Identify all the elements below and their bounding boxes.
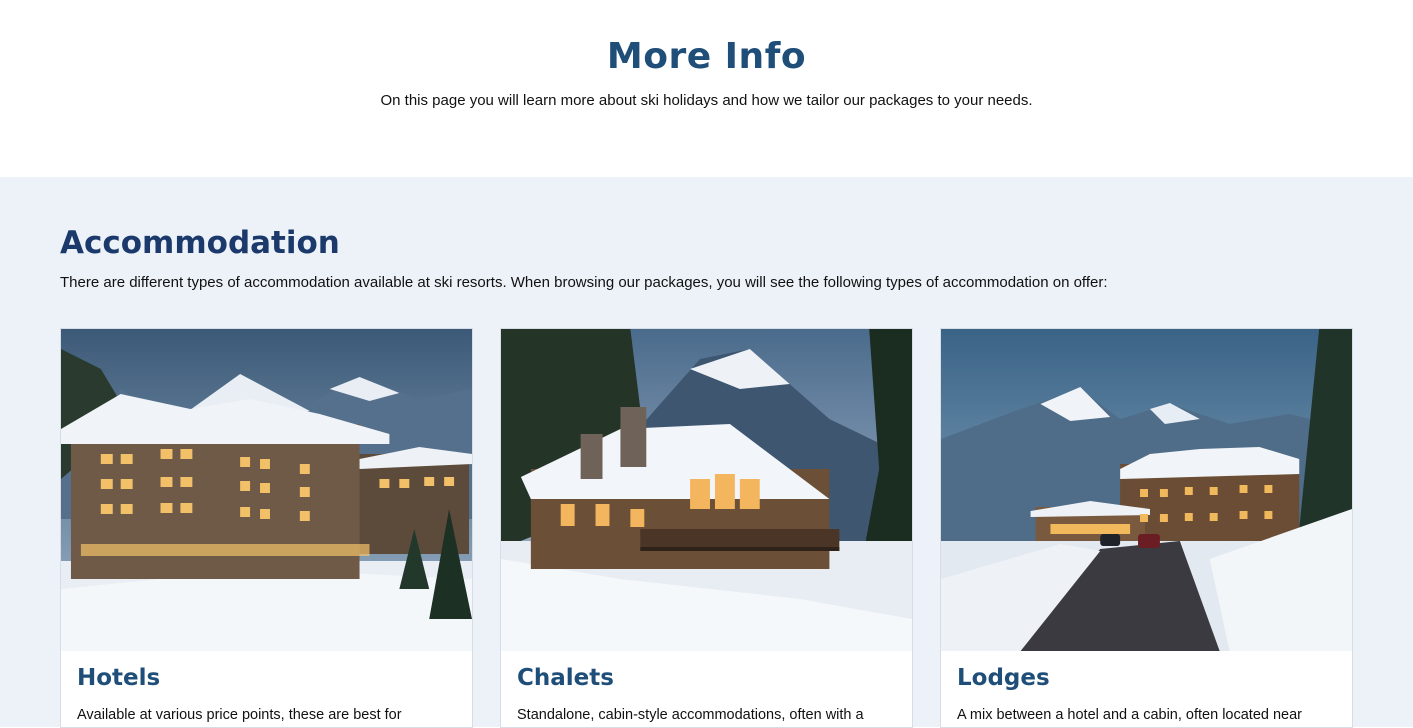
hotel-image — [61, 329, 472, 651]
accommodation-card-hotels[interactable]: Hotels Available at various price points… — [60, 328, 473, 728]
card-text-hotels: Available at various price points, these… — [77, 707, 402, 723]
chalet-image — [501, 329, 912, 651]
page-subtitle: On this page you will learn more about s… — [380, 92, 1033, 109]
page-title: More Info — [606, 36, 807, 77]
accommodation-card-lodges[interactable]: Lodges A mix between a hotel and a cabin… — [940, 328, 1353, 728]
card-title-hotels: Hotels — [77, 665, 161, 691]
card-text-lodges: A mix between a hotel and a cabin, often… — [957, 707, 1303, 723]
lodge-image — [941, 329, 1352, 651]
accommodation-heading: Accommodation — [60, 225, 340, 261]
accommodation-intro: There are different types of accommodati… — [60, 274, 1108, 291]
card-text-chalets: Standalone, cabin-style accommodations, … — [517, 707, 864, 723]
page-header: More Info On this page you will learn mo… — [0, 0, 1413, 177]
card-title-chalets: Chalets — [517, 665, 614, 691]
card-title-lodges: Lodges — [957, 665, 1050, 691]
accommodation-section: Accommodation There are different types … — [0, 177, 1413, 728]
accommodation-card-chalets[interactable]: Chalets Standalone, cabin-style accommod… — [500, 328, 913, 728]
